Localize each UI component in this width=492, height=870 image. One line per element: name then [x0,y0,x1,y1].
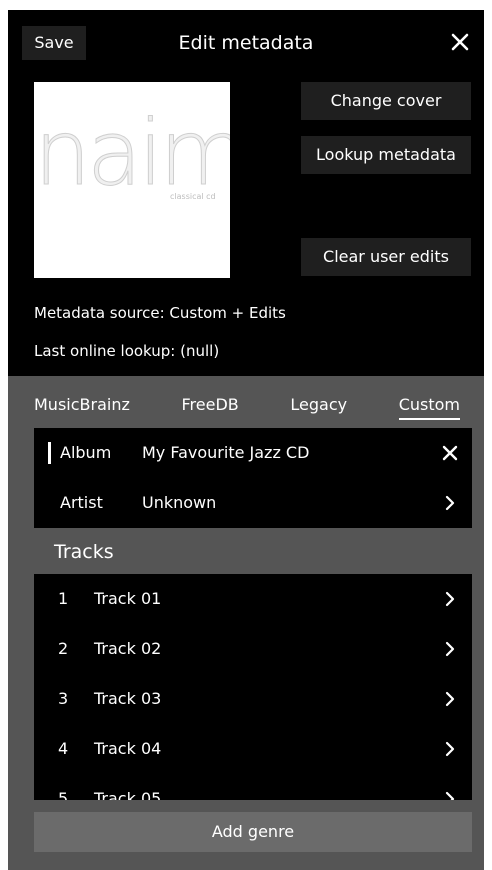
album-label: Album [60,443,112,462]
track-row[interactable]: 5 Track 05 [34,774,472,800]
cover-logo-text: naim [34,101,230,206]
track-number: 4 [58,739,69,758]
track-number: 1 [58,589,69,608]
change-cover-button[interactable]: Change cover [301,82,471,120]
metadata-panel: MusicBrainz FreeDB Legacy Custom Album M… [8,376,484,870]
chevron-right-icon [438,787,462,800]
track-title: Track 04 [94,739,162,758]
tracks-heading: Tracks [54,541,114,563]
track-list[interactable]: 1 Track 01 2 Track 02 3 Track 03 4 Track… [34,574,472,800]
album-cover: naim classical cd [34,82,230,278]
metadata-source: Metadata source: Custom + Edits [34,304,286,322]
track-title: Track 03 [94,689,162,708]
tab-freedb[interactable]: FreeDB [182,385,239,420]
last-online-lookup: Last online lookup: (null) [34,342,220,360]
add-genre-button[interactable]: Add genre [34,812,472,852]
header: Save Edit metadata [8,10,484,74]
track-row[interactable]: 4 Track 04 [34,724,472,774]
chevron-right-icon [438,491,462,515]
tab-custom[interactable]: Custom [398,385,461,420]
track-title: Track 05 [94,789,162,800]
album-row[interactable]: Album My Favourite Jazz CD [34,428,472,478]
track-row[interactable]: 1 Track 01 [34,574,472,624]
track-row[interactable]: 3 Track 03 [34,674,472,724]
cover-subtitle: classical cd [170,192,216,201]
artist-row[interactable]: Artist Unknown [34,478,472,528]
track-row[interactable]: 2 Track 02 [34,624,472,674]
artist-value: Unknown [142,493,217,512]
page-title: Edit metadata [178,32,314,54]
lookup-metadata-button[interactable]: Lookup metadata [301,136,471,174]
track-number: 5 [58,789,69,800]
close-icon [442,445,458,461]
source-tabs: MusicBrainz FreeDB Legacy Custom [34,376,461,428]
tab-musicbrainz[interactable]: MusicBrainz [34,385,130,420]
chevron-right-icon [438,737,462,761]
close-button[interactable] [442,24,478,60]
track-title: Track 01 [94,589,162,608]
track-number: 3 [58,689,69,708]
track-title: Track 02 [94,639,162,658]
chevron-right-icon [438,587,462,611]
chevron-right-icon [438,637,462,661]
clear-album-button[interactable] [438,441,462,465]
focus-indicator [48,442,51,464]
artist-label: Artist [60,493,103,512]
album-value[interactable]: My Favourite Jazz CD [142,428,309,478]
close-icon [451,33,469,51]
edit-metadata-screen: Save Edit metadata naim classical cd Cha… [8,10,484,870]
album-fields: Album My Favourite Jazz CD Artist Unknow… [34,428,472,528]
clear-user-edits-button[interactable]: Clear user edits [301,238,471,276]
tab-legacy[interactable]: Legacy [290,385,347,420]
track-number: 2 [58,639,69,658]
chevron-right-icon [438,687,462,711]
